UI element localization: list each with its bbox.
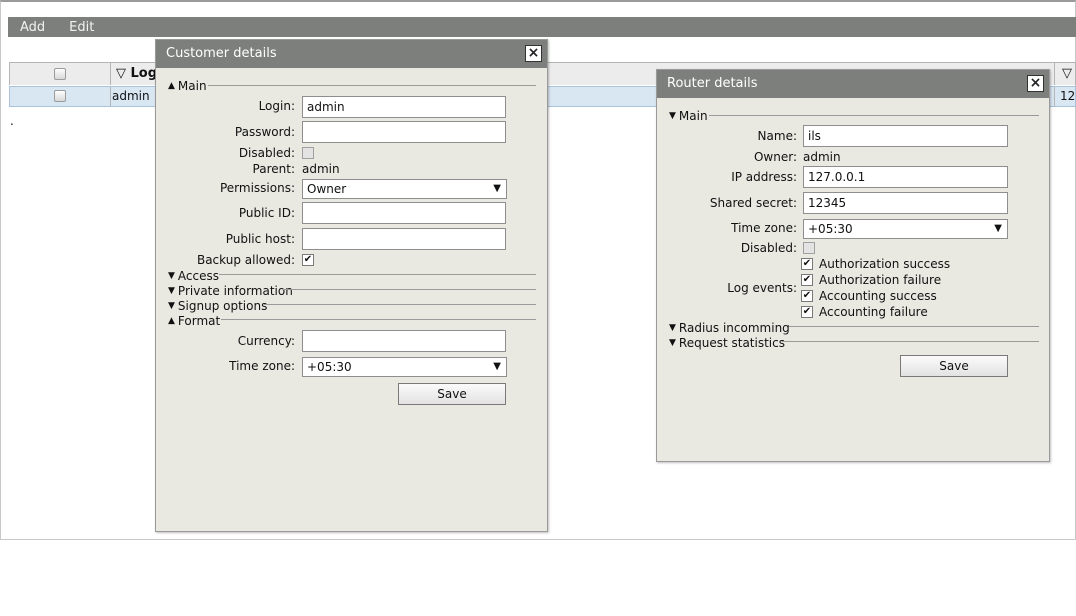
section-divider bbox=[789, 326, 1039, 327]
section-request-statistics[interactable]: ▼ Request statistics bbox=[669, 336, 785, 350]
backup-checkbox[interactable]: ✔ bbox=[302, 254, 314, 266]
public-host-input[interactable] bbox=[302, 228, 506, 250]
section-main[interactable]: ▼ Main bbox=[669, 109, 708, 123]
close-icon[interactable]: × bbox=[525, 45, 542, 62]
collapse-arrow-icon: ▲ bbox=[168, 316, 175, 326]
permissions-select[interactable]: Owner ▼ bbox=[302, 179, 507, 199]
timezone-label: Time zone: bbox=[731, 221, 797, 235]
expand-arrow-icon: ▼ bbox=[669, 338, 676, 348]
section-divider bbox=[264, 304, 536, 305]
section-divider bbox=[221, 319, 536, 320]
section-divider bbox=[709, 115, 1039, 116]
column-divider bbox=[110, 87, 111, 106]
menu-edit[interactable]: Edit bbox=[69, 20, 106, 35]
ip-address-label: IP address: bbox=[731, 170, 797, 184]
disabled-label: Disabled: bbox=[238, 146, 295, 160]
log-authorization-failure-checkbox[interactable]: ✔ bbox=[801, 274, 813, 286]
column-divider bbox=[110, 63, 111, 85]
timezone-select[interactable]: +05:30 ▼ bbox=[302, 357, 507, 377]
log-authorization-success-checkbox[interactable]: ✔ bbox=[801, 258, 813, 270]
login-label: Login: bbox=[258, 99, 295, 113]
log-event-label: Accounting success bbox=[819, 289, 937, 303]
name-label: Name: bbox=[757, 129, 797, 143]
save-button[interactable]: Save bbox=[900, 355, 1008, 377]
log-event-label: Authorization failure bbox=[819, 273, 942, 287]
menubar: Add Edit bbox=[8, 17, 1076, 37]
owner-value: admin bbox=[803, 150, 841, 164]
disabled-label: Disabled: bbox=[740, 241, 797, 255]
ip-address-input[interactable]: 127.0.0.1 bbox=[803, 166, 1008, 188]
dialog-title[interactable]: Router details bbox=[657, 70, 1049, 98]
section-radius-incomming[interactable]: ▼ Radius incomming bbox=[669, 321, 790, 335]
column-divider bbox=[1054, 87, 1055, 106]
timezone-value: +05:30 bbox=[307, 360, 352, 374]
log-event-label: Accounting failure bbox=[819, 305, 928, 319]
currency-label: Currency: bbox=[237, 334, 295, 348]
section-divider bbox=[283, 289, 536, 290]
password-input[interactable] bbox=[302, 121, 506, 143]
expand-arrow-icon: ▼ bbox=[669, 323, 676, 333]
stray-dot: . bbox=[10, 114, 14, 128]
public-host-label: Public host: bbox=[225, 232, 295, 246]
disabled-checkbox[interactable] bbox=[803, 242, 815, 254]
save-button[interactable]: Save bbox=[398, 383, 506, 405]
name-input[interactable]: ils bbox=[803, 125, 1008, 147]
section-private-information[interactable]: ▼ Private information bbox=[168, 284, 293, 298]
column-header-sort[interactable]: ▽ bbox=[1062, 66, 1072, 81]
customer-details-dialog: Customer details × ▲ Main Login: admin Pa… bbox=[155, 39, 548, 532]
log-event-label: Authorization success bbox=[819, 257, 951, 271]
timezone-value: +05:30 bbox=[808, 222, 853, 236]
timezone-label: Time zone: bbox=[229, 359, 295, 373]
parent-value: admin bbox=[302, 162, 340, 176]
row-cut-value: 12 bbox=[1060, 89, 1076, 103]
log-events-label: Log events: bbox=[727, 281, 797, 295]
dropdown-caret-icon: ▼ bbox=[493, 183, 501, 194]
parent-label: Parent: bbox=[252, 162, 295, 176]
public-id-label: Public ID: bbox=[238, 206, 295, 220]
dropdown-caret-icon: ▼ bbox=[493, 361, 501, 372]
row-login: admin bbox=[112, 89, 150, 103]
dialog-title[interactable]: Customer details bbox=[156, 40, 547, 68]
currency-input[interactable] bbox=[302, 330, 506, 352]
owner-label: Owner: bbox=[753, 150, 797, 164]
public-id-input[interactable] bbox=[302, 202, 506, 224]
row-checkbox[interactable] bbox=[54, 90, 66, 102]
collapse-arrow-icon: ▲ bbox=[168, 81, 175, 91]
expand-arrow-icon: ▼ bbox=[168, 271, 175, 281]
menu-add[interactable]: Add bbox=[20, 20, 57, 35]
router-details-dialog: Router details × ▼ Main Name: ils Owner: … bbox=[656, 69, 1050, 462]
section-divider bbox=[208, 85, 536, 86]
column-divider bbox=[1054, 63, 1055, 85]
column-header-login[interactable]: ▽ Log bbox=[116, 66, 157, 81]
expand-arrow-icon: ▼ bbox=[168, 301, 175, 311]
select-all-checkbox[interactable] bbox=[54, 68, 66, 80]
shared-secret-label: Shared secret: bbox=[709, 196, 797, 210]
section-divider bbox=[219, 274, 536, 275]
log-accounting-success-checkbox[interactable]: ✔ bbox=[801, 290, 813, 302]
section-signup-options[interactable]: ▼ Signup options bbox=[168, 299, 267, 313]
password-label: Password: bbox=[234, 125, 295, 139]
disabled-checkbox[interactable] bbox=[302, 147, 314, 159]
expand-arrow-icon: ▼ bbox=[168, 286, 175, 296]
permissions-value: Owner bbox=[307, 182, 347, 196]
permissions-label: Permissions: bbox=[219, 181, 295, 195]
section-divider bbox=[782, 341, 1039, 342]
shared-secret-input[interactable]: 12345 bbox=[803, 192, 1008, 214]
dropdown-caret-icon: ▼ bbox=[994, 223, 1002, 234]
login-input[interactable]: admin bbox=[302, 96, 506, 118]
expand-arrow-icon: ▼ bbox=[669, 111, 676, 121]
section-format[interactable]: ▲ Format bbox=[168, 314, 220, 328]
log-accounting-failure-checkbox[interactable]: ✔ bbox=[801, 306, 813, 318]
section-access[interactable]: ▼ Access bbox=[168, 269, 219, 283]
backup-label: Backup allowed: bbox=[196, 253, 295, 267]
section-main[interactable]: ▲ Main bbox=[168, 79, 207, 93]
close-icon[interactable]: × bbox=[1027, 75, 1044, 92]
timezone-select[interactable]: +05:30 ▼ bbox=[803, 219, 1008, 239]
